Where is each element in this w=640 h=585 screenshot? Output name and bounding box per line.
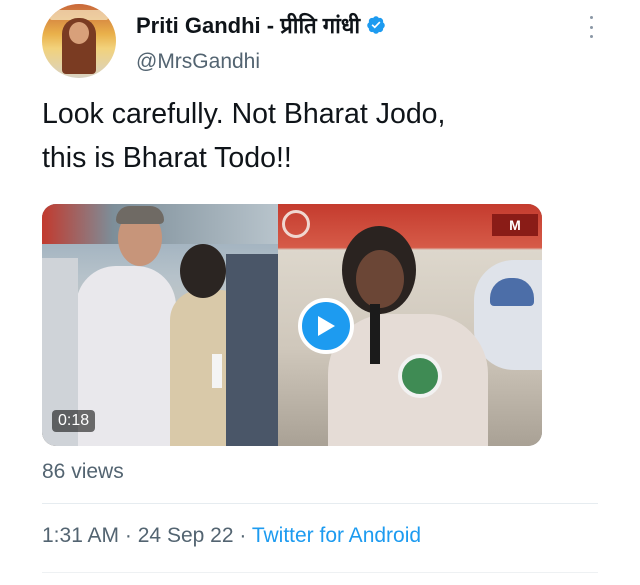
more-dot	[589, 25, 593, 29]
separator-dot: ·	[124, 524, 132, 547]
divider	[42, 503, 598, 504]
emblem-shape	[282, 210, 310, 238]
author-display-name[interactable]: Priti Gandhi - प्रीति गांधी	[136, 10, 360, 40]
tweet-date[interactable]: 24 Sep 22	[138, 524, 234, 547]
tweet-time[interactable]: 1:31 AM	[42, 524, 119, 547]
watermark-logo: M	[492, 214, 538, 236]
video-duration: 0:18	[52, 410, 96, 432]
divider	[42, 572, 598, 573]
more-dot	[589, 35, 593, 38]
guard-shape	[226, 254, 278, 446]
play-icon[interactable]	[298, 298, 354, 354]
video-thumbnail[interactable]: M	[42, 204, 542, 446]
id-card-shape	[212, 354, 222, 388]
tweet-text-line: Look carefully. Not Bharat Jodo,	[42, 98, 446, 130]
verified-badge-icon	[367, 16, 385, 34]
tweet-text: Look carefully. Not Bharat Jodo, this is…	[42, 92, 602, 180]
child-hair-shape	[180, 244, 226, 298]
avatar[interactable]	[42, 4, 116, 78]
tweet-source-link[interactable]: Twitter for Android	[252, 524, 421, 547]
author-name-row[interactable]: Priti Gandhi - प्रीति गांधी	[136, 10, 386, 40]
author-handle[interactable]: @MrsGandhi	[136, 50, 260, 74]
avatar-face-shape	[69, 22, 89, 44]
view-count: 86 views	[42, 460, 124, 483]
microphone-shape	[370, 304, 380, 364]
man-hair-shape	[116, 206, 164, 224]
speaker-face-shape	[356, 250, 404, 308]
badge-rosette-shape	[398, 354, 442, 398]
poster-headscarf-shape	[490, 278, 534, 306]
more-dot	[589, 16, 593, 19]
tweet-metadata: 1:31 AM · 24 Sep 22 · Twitter for Androi…	[42, 524, 421, 548]
more-options-icon[interactable]	[588, 16, 594, 38]
tweet-text-line: this is Bharat Todo!!	[42, 142, 292, 174]
separator-dot: ·	[239, 524, 247, 547]
play-triangle-icon	[318, 316, 335, 336]
